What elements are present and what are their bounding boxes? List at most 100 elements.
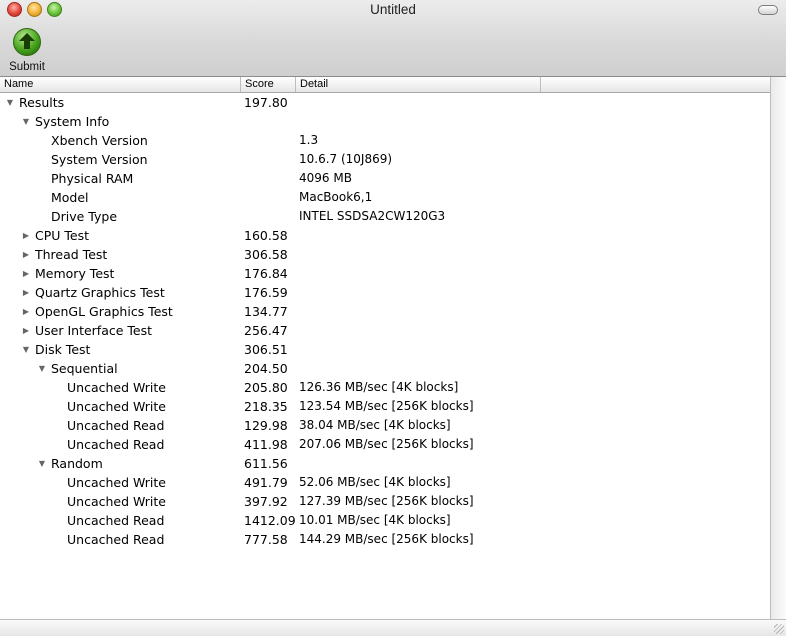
row-detail: INTEL SSDSA2CW120G3 [299,209,446,223]
row-name: Uncached Read [67,418,165,433]
disclosure-triangle-expanded-icon[interactable]: ▼ [37,454,47,473]
row-detail: 126.36 MB/sec [4K blocks] [299,380,459,394]
row-name: Results [19,95,65,110]
table-row[interactable]: Uncached Read 1412.09 10.01 MB/sec [4K blo… [0,511,770,530]
row-name: Uncached Read [67,513,165,528]
row-score: 611.56 [244,456,288,471]
toolbar-toggle-button[interactable] [758,5,778,15]
submit-label: Submit [9,61,45,73]
row-score: 204.50 [244,361,288,376]
disclosure-triangle-collapsed-icon[interactable]: ▶ [21,226,31,245]
disclosure-triangle-collapsed-icon[interactable]: ▶ [21,283,31,302]
table-row[interactable]: ▼ Disk Test 306.51 [0,340,770,359]
row-name: Thread Test [35,247,108,262]
table-row[interactable]: ▼ Sequential 204.50 [0,359,770,378]
row-score: 176.59 [244,285,288,300]
column-header-score[interactable]: Score [241,77,296,92]
row-detail: 1.3 [299,133,319,147]
row-score: 1412.09 [244,513,295,528]
row-detail: 38.04 MB/sec [4K blocks] [299,418,451,432]
row-name: Xbench Version [51,133,148,148]
row-detail: 127.39 MB/sec [256K blocks] [299,494,474,508]
row-detail: 123.54 MB/sec [256K blocks] [299,399,474,413]
row-name: Memory Test [35,266,115,281]
column-header-detail[interactable]: Detail [296,77,541,92]
row-name: CPU Test [35,228,90,243]
vertical-scrollbar[interactable] [770,77,786,619]
row-score: 411.98 [244,437,288,452]
up-arrow-icon [13,28,41,56]
row-name: Model [51,190,89,205]
row-score: 176.84 [244,266,288,281]
row-name: Uncached Read [67,532,165,547]
table-row[interactable]: Uncached Write 218.35 123.54 MB/sec [256K … [0,397,770,416]
table-row[interactable]: Uncached Write 397.92 127.39 MB/sec [256K … [0,492,770,511]
horizontal-scrollbar[interactable] [0,619,786,636]
row-name: User Interface Test [35,323,153,338]
table-row[interactable]: Uncached Read 411.98 207.06 MB/sec [256K b… [0,435,770,454]
row-name: System Info [35,114,110,129]
row-name: Random [51,456,103,471]
row-detail: MacBook6,1 [299,190,373,204]
row-name: Uncached Write [67,399,166,414]
table-row[interactable]: ▼ System Info [0,112,770,131]
results-outline: ▼ Results 197.80 ▼ System Info Xbench Version… [0,93,770,619]
row-name: Disk Test [35,342,91,357]
column-header-name[interactable]: Name [0,77,241,92]
table-row[interactable]: System Version 10.6.7 (10J869) [0,150,770,169]
row-score: 129.98 [244,418,288,433]
table-row[interactable]: Uncached Write 491.79 52.06 MB/sec [4K blo… [0,473,770,492]
table-row[interactable]: ▶ Thread Test 306.58 [0,245,770,264]
row-score: 218.35 [244,399,288,414]
row-name: Sequential [51,361,118,376]
table-row[interactable]: Physical RAM 4096 MB [0,169,770,188]
table-row[interactable]: ▶ User Interface Test 256.47 [0,321,770,340]
row-name: Physical RAM [51,171,134,186]
table-row[interactable]: ▼ Results 197.80 [0,93,770,112]
submit-button[interactable]: Submit [6,28,48,74]
row-score: 491.79 [244,475,288,490]
disclosure-triangle-expanded-icon[interactable]: ▼ [21,340,31,359]
row-detail: 144.29 MB/sec [256K blocks] [299,532,474,546]
table-row[interactable]: ▶ Quartz Graphics Test 176.59 [0,283,770,302]
table-row[interactable]: Uncached Read 129.98 38.04 MB/sec [4K bloc… [0,416,770,435]
disclosure-triangle-collapsed-icon[interactable]: ▶ [21,245,31,264]
window-title: Untitled [370,2,416,17]
table-row[interactable]: Xbench Version 1.3 [0,131,770,150]
table-header: Name Score Detail [0,77,770,93]
row-score: 256.47 [244,323,288,338]
row-name: Uncached Write [67,475,166,490]
disclosure-triangle-expanded-icon[interactable]: ▼ [5,93,15,112]
column-header-empty [541,77,770,92]
table-row[interactable]: ▼ Random 611.56 [0,454,770,473]
row-detail: 10.01 MB/sec [4K blocks] [299,513,451,527]
table-row[interactable]: Model MacBook6,1 [0,188,770,207]
row-score: 777.58 [244,532,288,547]
row-name: Uncached Read [67,437,165,452]
row-name: System Version [51,152,148,167]
resize-grip-icon[interactable] [774,624,784,634]
row-score: 205.80 [244,380,288,395]
row-detail: 4096 MB [299,171,352,185]
row-detail: 52.06 MB/sec [4K blocks] [299,475,451,489]
disclosure-triangle-collapsed-icon[interactable]: ▶ [21,264,31,283]
table-row[interactable]: ▶ OpenGL Graphics Test 134.77 [0,302,770,321]
table-row[interactable]: ▶ Memory Test 176.84 [0,264,770,283]
row-score: 306.51 [244,342,288,357]
disclosure-triangle-collapsed-icon[interactable]: ▶ [21,302,31,321]
row-score: 397.92 [244,494,288,509]
table-row[interactable]: Uncached Read 777.58 144.29 MB/sec [256K b… [0,530,770,549]
table-row[interactable]: Uncached Write 205.80 126.36 MB/sec [4K bl… [0,378,770,397]
disclosure-triangle-collapsed-icon[interactable]: ▶ [21,321,31,340]
row-name: Uncached Write [67,380,166,395]
table-row[interactable]: ▶ CPU Test 160.58 [0,226,770,245]
row-score: 197.80 [244,95,288,110]
row-name: Uncached Write [67,494,166,509]
window-titlebar: Untitled Submit [0,0,786,77]
disclosure-triangle-expanded-icon[interactable]: ▼ [21,112,31,131]
table-row[interactable]: Drive Type INTEL SSDSA2CW120G3 [0,207,770,226]
row-detail: 207.06 MB/sec [256K blocks] [299,437,474,451]
row-detail: 10.6.7 (10J869) [299,152,393,166]
row-score: 160.58 [244,228,288,243]
disclosure-triangle-expanded-icon[interactable]: ▼ [37,359,47,378]
